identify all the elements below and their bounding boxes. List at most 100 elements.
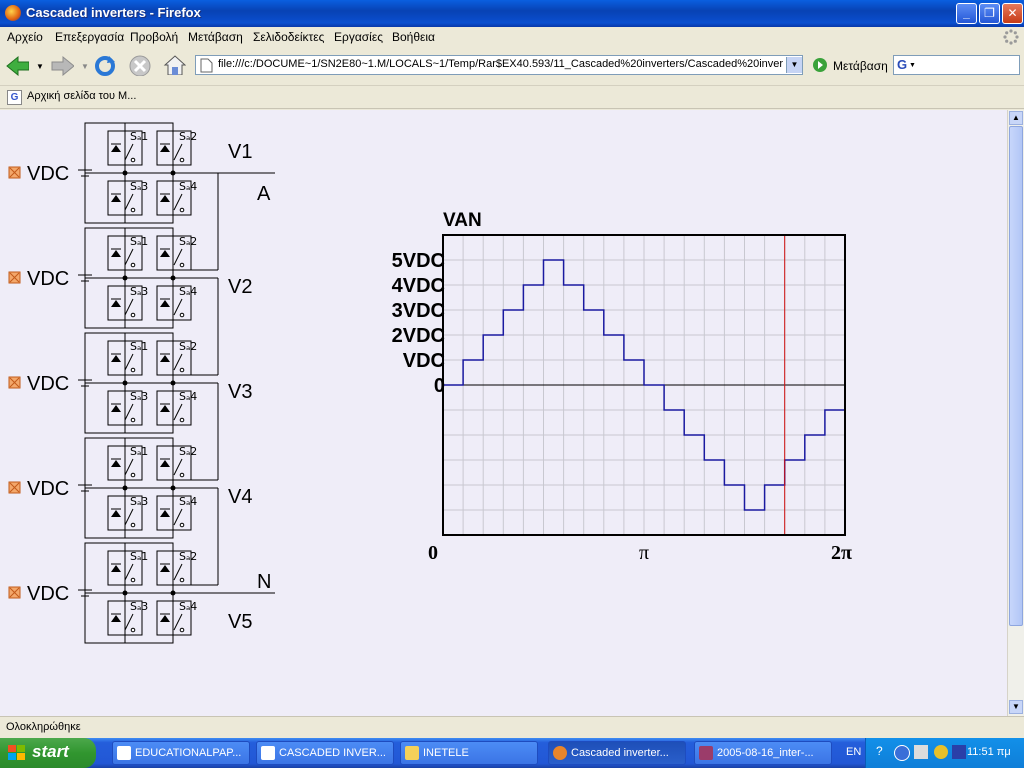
maximize-button[interactable]: ❐ (979, 3, 1000, 24)
diode-icon (160, 195, 170, 202)
vertical-scrollbar[interactable]: ▲ ▼ (1007, 110, 1024, 716)
forward-dropdown-icon[interactable]: ▼ (81, 62, 89, 71)
search-engine-dropdown-icon[interactable]: ▼ (909, 62, 916, 69)
cell-vdc-label: VDC (27, 268, 69, 290)
diode-icon (160, 460, 170, 467)
switch-label: Sₐ3 (130, 495, 148, 508)
switch-label: Sₐ1 (130, 550, 148, 563)
diode-icon (111, 405, 121, 412)
tray-security-icon[interactable] (934, 745, 948, 759)
cell-vdc-label: VDC (27, 373, 69, 395)
switch-label: Sₐ1 (130, 130, 148, 143)
switch-blade (124, 563, 134, 581)
minimize-button[interactable]: _ (956, 3, 977, 24)
address-bar[interactable]: file:///c:/DOCUME~1/SN2E80~1.M/LOCALS~1/… (195, 55, 803, 75)
switch-blade (124, 403, 134, 421)
task-winrar[interactable]: 2005-08-16_inter-... (694, 741, 832, 765)
task-educational-paper[interactable]: EDUCATIONALPAP... (112, 741, 250, 765)
menu-bar: Αρχείο Επεξεργασία Προβολή Μετάβαση Σελι… (0, 27, 1024, 47)
diode-icon (111, 460, 121, 467)
scroll-down-icon[interactable]: ▼ (1009, 700, 1023, 714)
task-inetele[interactable]: INETELE (400, 741, 538, 765)
forward-arrow-icon[interactable] (50, 54, 74, 76)
switch-blade (124, 248, 134, 266)
switch-label: Sₐ4 (179, 495, 197, 508)
switch-contact (179, 577, 185, 583)
x-tick-label: 0 (428, 542, 438, 560)
tray-app-icon[interactable] (952, 745, 966, 759)
home-icon[interactable] (162, 53, 186, 75)
page-icon (200, 58, 213, 73)
menu-help[interactable]: Βοήθεια (392, 30, 435, 44)
switch-blade (173, 298, 183, 316)
menu-bookmarks[interactable]: Σελιδοδείκτες (253, 30, 324, 44)
junction-dot (122, 590, 128, 596)
stop-icon[interactable] (128, 54, 152, 76)
switch-blade (124, 193, 134, 211)
switch-contact (130, 367, 136, 373)
task-firefox[interactable]: Cascaded inverter... (548, 741, 686, 765)
menu-view[interactable]: Προβολή (130, 30, 178, 44)
winrar-icon (699, 746, 713, 760)
node-a-label: A (257, 183, 271, 205)
switch-contact (179, 367, 185, 373)
start-button[interactable]: start (0, 738, 96, 768)
menu-file[interactable]: Αρχείο (7, 30, 43, 44)
switch-contact (179, 522, 185, 528)
switch-contact (179, 417, 185, 423)
switch-label: Sₐ2 (179, 130, 197, 143)
menu-edit[interactable]: Επεξεργασία (55, 30, 124, 44)
switch-contact (179, 627, 185, 633)
menu-tools[interactable]: Εργασίες (334, 30, 383, 44)
search-input[interactable]: G ▼ (893, 55, 1020, 75)
switch-contact (130, 262, 136, 268)
scroll-up-icon[interactable]: ▲ (1009, 111, 1023, 125)
status-bar: Ολοκληρώθηκε (0, 716, 1024, 738)
back-arrow-icon[interactable] (5, 54, 29, 76)
switch-label: Sₐ4 (179, 390, 197, 403)
google-icon[interactable]: G (897, 57, 907, 72)
diode-icon (111, 300, 121, 307)
diode-icon (160, 250, 170, 257)
tray-display-icon[interactable] (914, 745, 928, 759)
switch-label: Sₐ4 (179, 285, 197, 298)
url-dropdown-icon[interactable]: ▼ (786, 57, 802, 73)
node-n-label: N (257, 571, 271, 593)
diode-icon (111, 250, 121, 257)
go-arrow-icon[interactable] (812, 57, 828, 73)
switch-label: Sₐ2 (179, 340, 197, 353)
chart-title: VAN (443, 210, 482, 231)
go-button[interactable]: Μετάβαση (833, 59, 888, 73)
switch-contact (130, 312, 136, 318)
title-bar: Cascaded inverters - Firefox _ ❐ ✕ (0, 0, 1024, 27)
switch-contact (130, 207, 136, 213)
diode-icon (160, 615, 170, 622)
back-dropdown-icon[interactable]: ▼ (36, 62, 44, 71)
switch-blade (173, 403, 183, 421)
word-icon (261, 746, 275, 760)
switch-contact (179, 312, 185, 318)
bookmark-item[interactable]: Αρχική σελίδα του Μ... (27, 90, 136, 102)
switch-label: Sₐ1 (130, 340, 148, 353)
start-label: start (32, 742, 69, 761)
bookmark-favicon-icon: G (7, 90, 22, 105)
switch-blade (173, 613, 183, 631)
windows-logo-icon (8, 745, 25, 760)
close-button[interactable]: ✕ (1002, 3, 1023, 24)
reload-icon[interactable] (93, 54, 117, 76)
switch-label: Sₐ3 (130, 600, 148, 613)
scroll-thumb[interactable] (1009, 126, 1023, 626)
switch-contact (179, 472, 185, 478)
van-waveform-chart: VAN 5VDC 4VDC 3VDC 2VDC VDC 0 0 π 2π (392, 210, 852, 560)
output-voltage-label: V2 (228, 276, 252, 298)
task-cascaded-doc[interactable]: CASCADED INVER... (256, 741, 394, 765)
tray-help-icon[interactable]: ? (876, 744, 883, 758)
diode-icon (160, 300, 170, 307)
y-tick-label: 3VDC (392, 300, 445, 322)
output-voltage-label: V4 (228, 486, 252, 508)
switch-label: Sₐ3 (130, 180, 148, 193)
tray-network-icon[interactable] (894, 745, 910, 761)
language-indicator[interactable]: EN (846, 746, 861, 758)
menu-go[interactable]: Μετάβαση (188, 30, 243, 44)
y-tick-label: 5VDC (392, 250, 445, 272)
